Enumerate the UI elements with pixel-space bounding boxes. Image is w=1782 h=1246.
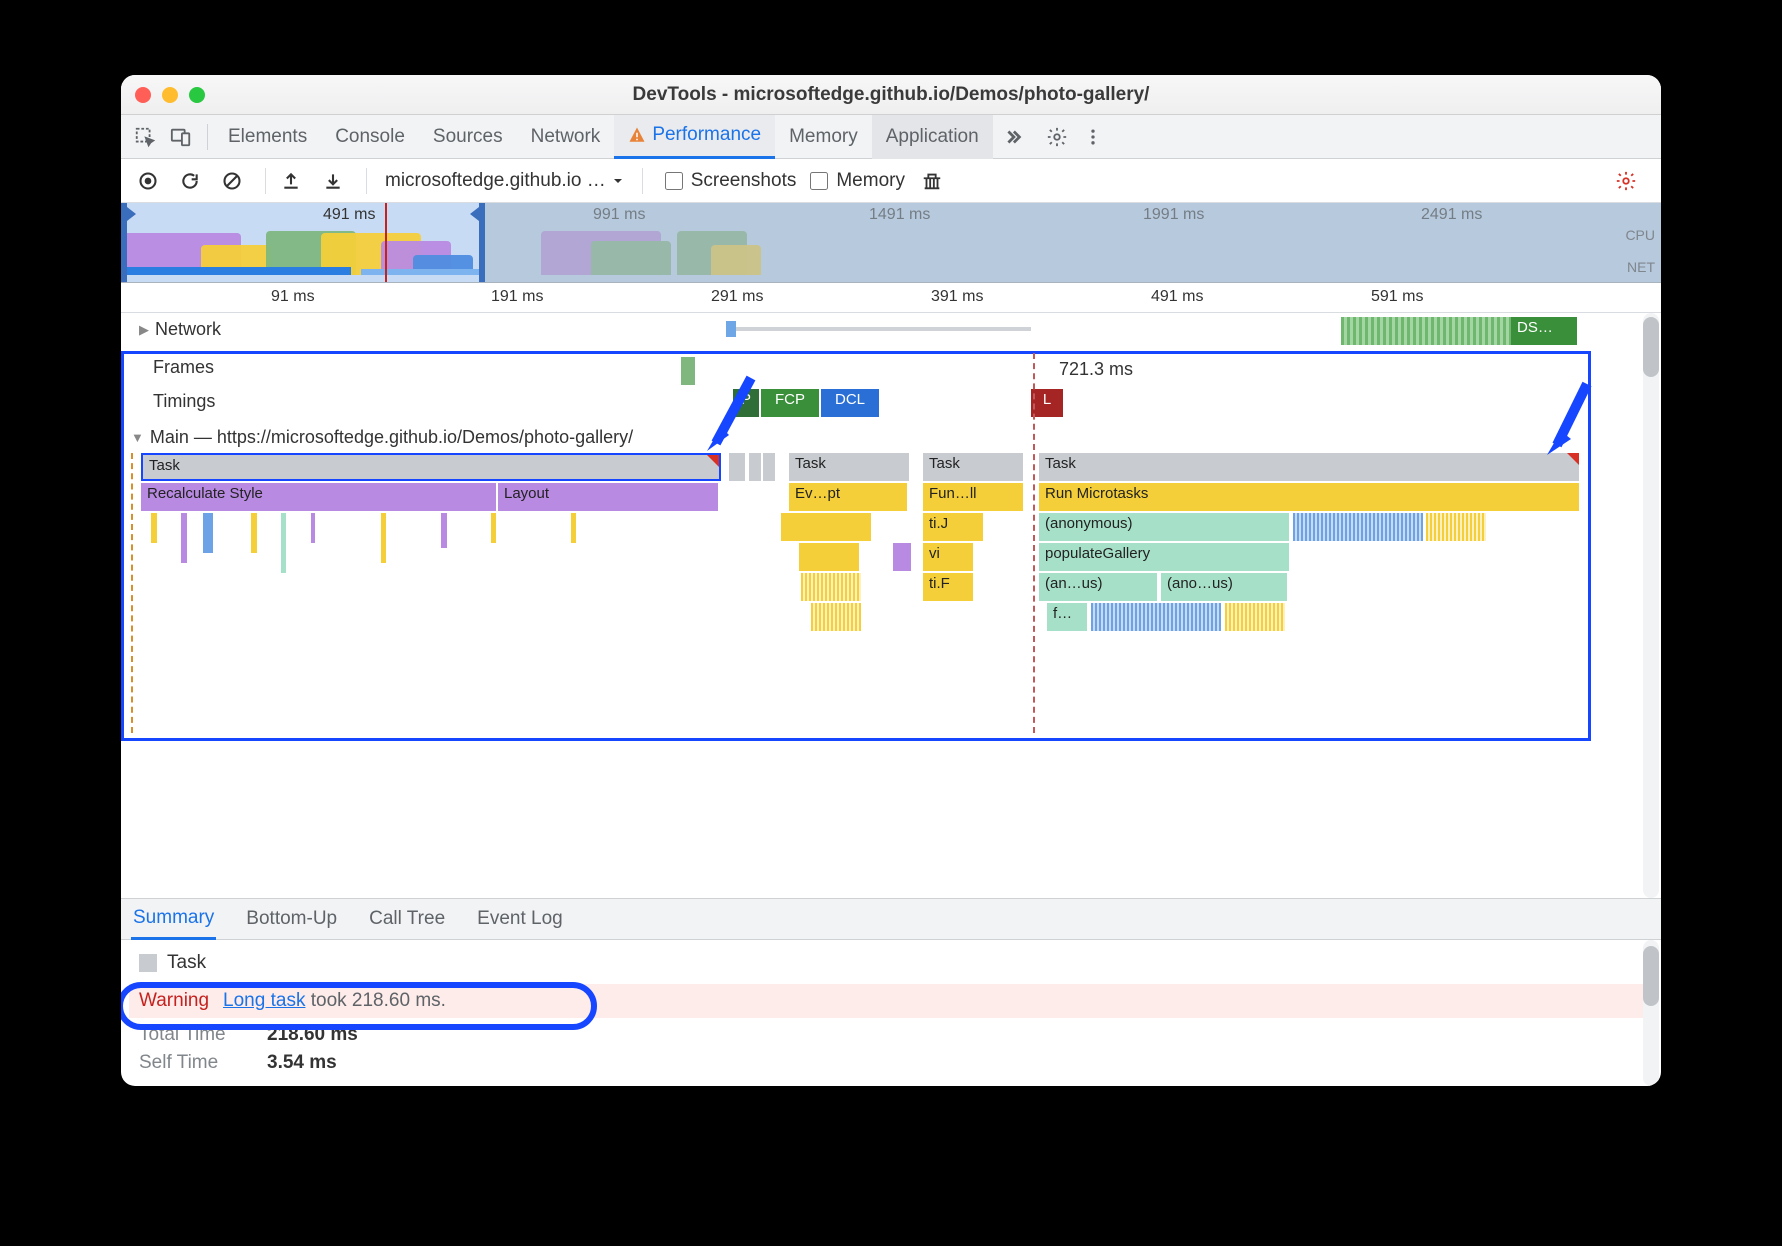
- long-task-link[interactable]: Long task: [223, 990, 305, 1011]
- panel-tabstrip: Elements Console Sources Network Perform…: [121, 115, 1661, 159]
- garbage-collect-button[interactable]: [915, 164, 949, 198]
- flame-bar[interactable]: Fun…ll: [923, 483, 1023, 511]
- more-tabs-icon[interactable]: [997, 121, 1029, 153]
- annotation-arrow-icon: [1537, 379, 1597, 469]
- timing-badge-l[interactable]: L: [1031, 389, 1063, 417]
- scrollbar-thumb[interactable]: [1643, 946, 1659, 1006]
- flame-bar[interactable]: vi: [923, 543, 973, 571]
- chevron-down-icon: [612, 175, 624, 187]
- ruler-tick: 391 ms: [931, 288, 983, 306]
- timing-badge-fcp[interactable]: FCP: [761, 389, 819, 417]
- tab-console[interactable]: Console: [321, 115, 419, 159]
- page-select[interactable]: microsoftedge.github.io …: [385, 170, 624, 192]
- flame-bar[interactable]: ti.F: [923, 573, 973, 601]
- scrollbar-thumb[interactable]: [1643, 317, 1659, 377]
- flame-bar[interactable]: Ev…pt: [789, 483, 907, 511]
- ruler-tick: 491 ms: [1151, 288, 1203, 306]
- flame-bar[interactable]: (an…us): [1039, 573, 1157, 601]
- flame-task[interactable]: Task: [789, 453, 909, 481]
- ruler-tick: 91 ms: [271, 288, 315, 306]
- download-button[interactable]: [316, 164, 350, 198]
- window-title: DevTools - microsoftedge.github.io/Demos…: [121, 84, 1661, 106]
- titlebar: DevTools - microsoftedge.github.io/Demos…: [121, 75, 1661, 115]
- self-time-value: 3.54 ms: [267, 1052, 337, 1074]
- ruler-tick: 291 ms: [711, 288, 763, 306]
- settings-icon[interactable]: [1041, 121, 1073, 153]
- overview-strip[interactable]: 491 ms 991 ms 1491 ms 1991 ms 2491 ms CP…: [121, 203, 1661, 283]
- capture-settings-icon[interactable]: [1609, 164, 1643, 198]
- flamechart[interactable]: ▶Network DS… Frames Timings 721.3 ms P F…: [121, 313, 1661, 898]
- kebab-icon[interactable]: [1077, 121, 1109, 153]
- screenshots-checkbox[interactable]: Screenshots: [665, 170, 797, 192]
- flame-recalc[interactable]: Recalculate Style: [141, 483, 496, 511]
- flame-task-long[interactable]: Task: [1039, 453, 1579, 481]
- overview-net-label: NET: [1625, 259, 1655, 275]
- tab-bottomup[interactable]: Bottom-Up: [244, 898, 339, 940]
- overview-tick: 491 ms: [323, 206, 375, 224]
- upload-button[interactable]: [274, 164, 308, 198]
- perf-toolbar: microsoftedge.github.io … Screenshots Me…: [121, 159, 1661, 203]
- tab-sources[interactable]: Sources: [419, 115, 517, 159]
- flame-bar[interactable]: Run Microtasks: [1039, 483, 1579, 511]
- record-button[interactable]: [131, 164, 165, 198]
- memory-checkbox[interactable]: Memory: [810, 170, 905, 192]
- tab-summary[interactable]: Summary: [131, 898, 216, 940]
- tab-memory[interactable]: Memory: [775, 115, 872, 159]
- flame-bar[interactable]: populateGallery: [1039, 543, 1289, 571]
- warning-label: Warning: [139, 990, 209, 1012]
- clear-button[interactable]: [215, 164, 249, 198]
- flame-layout[interactable]: Layout: [498, 483, 718, 511]
- annotation-arrow-icon: [701, 373, 761, 463]
- summary-title: Task: [167, 952, 206, 974]
- ruler-tick: 191 ms: [491, 288, 543, 306]
- flame-bar[interactable]: (anonymous): [1039, 513, 1289, 541]
- warning-row: Warning Long task took 218.60 ms.: [129, 984, 1653, 1018]
- self-time-label: Self Time: [139, 1052, 249, 1074]
- total-time-value: 218.60 ms: [267, 1024, 358, 1046]
- summary-pane: Task Warning Long task took 218.60 ms. T…: [121, 940, 1661, 1086]
- timing-badge-dcl[interactable]: DCL: [821, 389, 879, 417]
- inspect-icon[interactable]: [129, 121, 161, 153]
- network-bar[interactable]: DS…: [1511, 317, 1577, 345]
- tab-network[interactable]: Network: [517, 115, 615, 159]
- flame-bar[interactable]: ti.J: [923, 513, 983, 541]
- flame-bar[interactable]: (ano…us): [1161, 573, 1287, 601]
- tab-application[interactable]: Application: [872, 115, 993, 159]
- devtools-window: DevTools - microsoftedge.github.io/Demos…: [121, 75, 1661, 1086]
- tab-elements[interactable]: Elements: [214, 115, 321, 159]
- overview-cpu-label: CPU: [1625, 227, 1655, 243]
- task-swatch-icon: [139, 954, 157, 972]
- total-time-label: Total Time: [139, 1024, 249, 1046]
- timing-marker-label: 721.3 ms: [1059, 359, 1133, 380]
- tab-performance[interactable]: Performance: [614, 115, 775, 159]
- device-toggle-icon[interactable]: [165, 121, 197, 153]
- flame-task[interactable]: Task: [923, 453, 1023, 481]
- timeline-ruler[interactable]: 91 ms 191 ms 291 ms 391 ms 491 ms 591 ms: [121, 283, 1661, 313]
- flame-bar[interactable]: f…: [1047, 603, 1087, 631]
- reload-record-button[interactable]: [173, 164, 207, 198]
- tab-eventlog[interactable]: Event Log: [475, 898, 565, 940]
- details-tabstrip: Summary Bottom-Up Call Tree Event Log: [121, 898, 1661, 940]
- tab-calltree[interactable]: Call Tree: [367, 898, 447, 940]
- ruler-tick: 591 ms: [1371, 288, 1423, 306]
- track-main-label[interactable]: Main — https://microsoftedge.github.io/D…: [150, 427, 633, 448]
- flame-task-selected[interactable]: Task: [141, 453, 721, 481]
- warning-icon: [628, 126, 646, 144]
